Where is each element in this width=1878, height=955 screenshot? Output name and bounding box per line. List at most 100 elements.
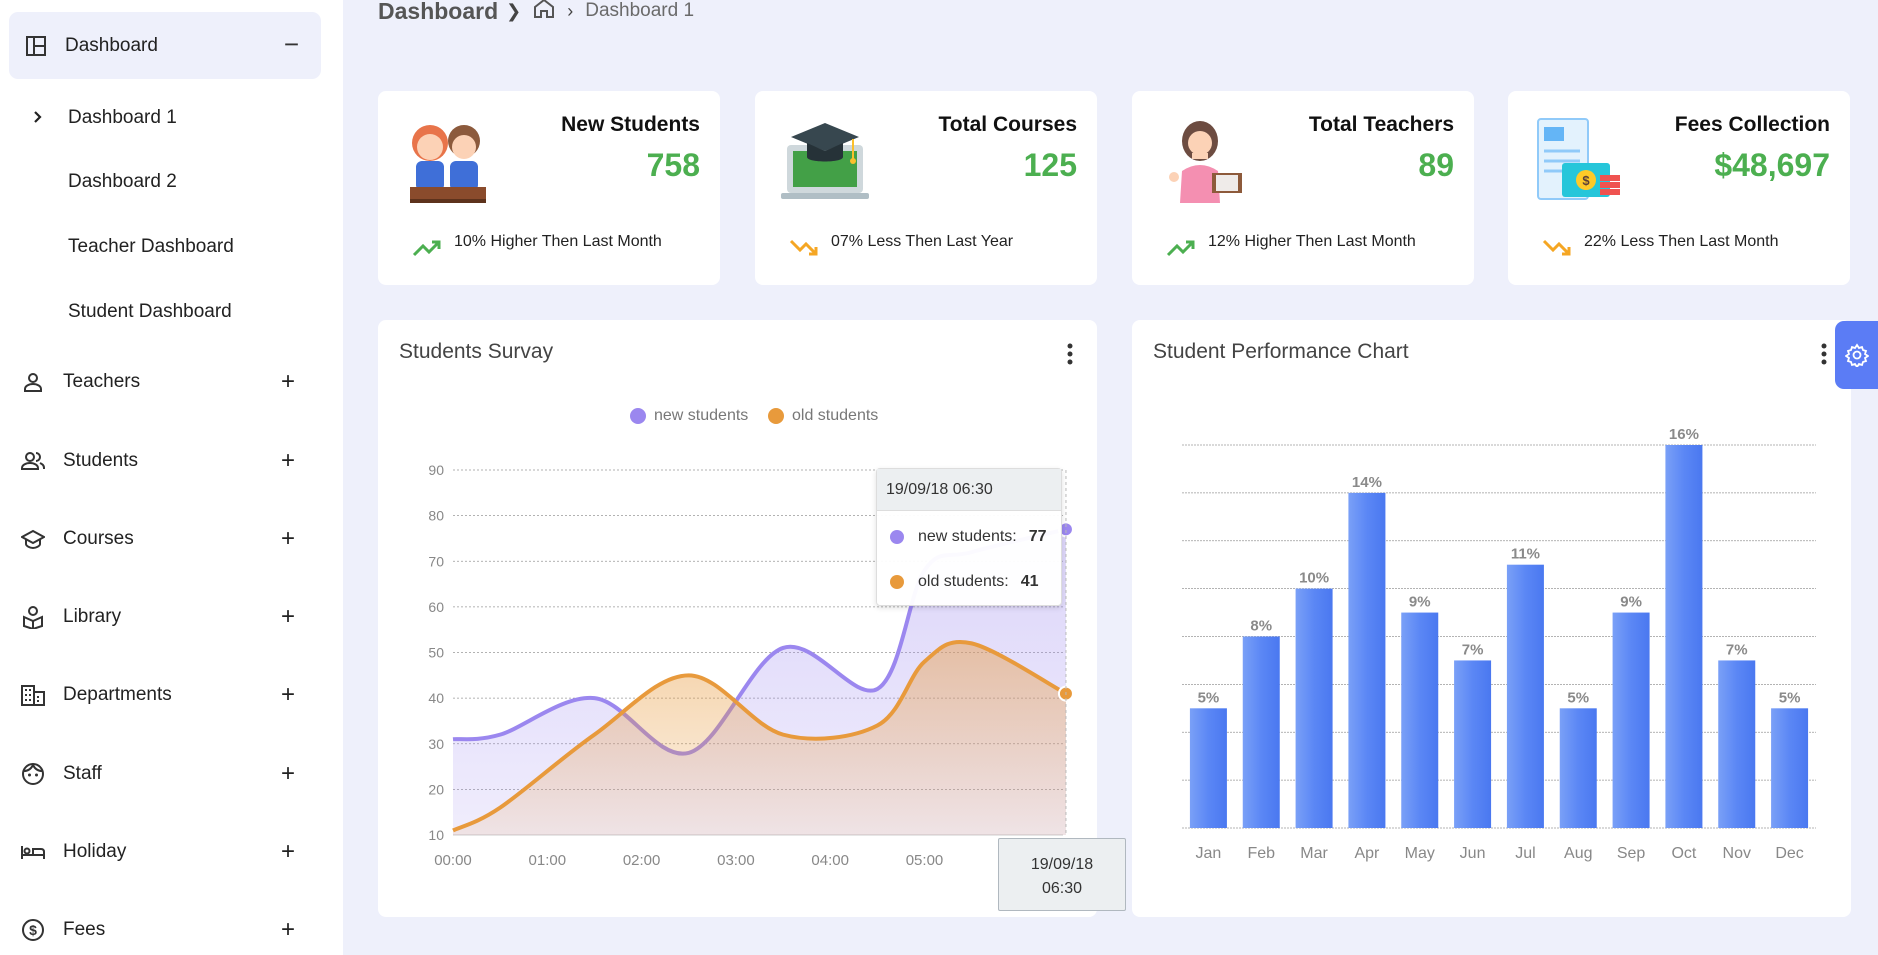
sidebar-subitem-teacher-dashboard[interactable]: Teacher Dashboard bbox=[68, 236, 234, 258]
dollar-icon: $ bbox=[20, 917, 46, 943]
x-tick-label: Sep bbox=[1617, 845, 1646, 862]
expand-icon[interactable]: + bbox=[281, 605, 295, 629]
sidebar-item-courses[interactable]: Courses + bbox=[0, 519, 343, 559]
bar-aug bbox=[1559, 708, 1597, 828]
trending-down-icon bbox=[789, 239, 818, 256]
chevron-right-icon: › bbox=[567, 0, 574, 21]
x-tick-label: Jan bbox=[1196, 845, 1222, 862]
stat-card-total-courses: Total Courses 125 07% Less Then Last Yea… bbox=[755, 91, 1097, 285]
sidebar-item-holiday[interactable]: Holiday + bbox=[0, 832, 343, 872]
bar-data-label: 14% bbox=[1352, 474, 1382, 491]
stat-title: New Students bbox=[561, 113, 700, 136]
chevron-right-icon bbox=[34, 111, 42, 123]
sidebar-item-label: Dashboard bbox=[65, 34, 158, 56]
sidebar-item-label: Students bbox=[63, 450, 138, 471]
legend-dot bbox=[890, 575, 904, 589]
bar-data-label: 11% bbox=[1511, 546, 1540, 563]
chevron-right-icon: ❯ bbox=[506, 0, 522, 21]
chart-tooltip: 19/09/18 06:30 new students: 77 old stud… bbox=[876, 468, 1062, 606]
sidebar-item-departments[interactable]: Departments + bbox=[0, 675, 343, 715]
legend-item-new-students[interactable]: new students bbox=[630, 407, 748, 425]
legend-item-old-students[interactable]: old students bbox=[768, 407, 878, 425]
tooltip-value: 41 bbox=[1020, 573, 1039, 590]
bar-data-label: 7% bbox=[1462, 641, 1484, 658]
book-user-icon bbox=[20, 604, 46, 630]
bar-jun bbox=[1454, 660, 1492, 828]
expand-icon[interactable]: + bbox=[281, 918, 295, 942]
people-icon bbox=[20, 448, 46, 474]
x-tick-label: Dec bbox=[1775, 845, 1803, 862]
sidebar-item-label: Library bbox=[63, 606, 122, 627]
expand-icon[interactable]: + bbox=[281, 762, 295, 786]
stat-trend: 07% Less Then Last Year bbox=[831, 233, 1014, 250]
bar-feb bbox=[1242, 636, 1280, 828]
y-tick-label: 50 bbox=[428, 645, 444, 661]
legend-dot bbox=[630, 408, 646, 424]
bar-jul bbox=[1506, 564, 1544, 828]
expand-icon[interactable]: + bbox=[281, 449, 295, 473]
bar-data-label: 16% bbox=[1669, 426, 1699, 443]
bar-data-label: 10% bbox=[1299, 570, 1329, 587]
x-tooltip-time: 06:30 bbox=[1041, 880, 1083, 897]
bar-data-label: 7% bbox=[1726, 641, 1748, 658]
tooltip-value: 77 bbox=[1028, 528, 1047, 545]
stat-value: 125 bbox=[1023, 147, 1077, 183]
students-illustration-icon bbox=[410, 125, 486, 203]
sidebar-item-label: Staff bbox=[63, 763, 102, 784]
dashboard-icon bbox=[23, 33, 49, 59]
expand-icon[interactable]: + bbox=[281, 527, 295, 551]
graduation-laptop-icon bbox=[781, 123, 869, 199]
bar-data-label: 5% bbox=[1198, 689, 1220, 706]
sidebar-item-label: Departments bbox=[63, 684, 172, 705]
sidebar-subitem-dashboard-2[interactable]: Dashboard 2 bbox=[68, 171, 177, 193]
expand-icon[interactable]: + bbox=[281, 683, 295, 707]
expand-icon[interactable]: + bbox=[281, 840, 295, 864]
bar-data-label: 9% bbox=[1409, 594, 1431, 611]
bar-apr bbox=[1348, 492, 1386, 828]
building-icon bbox=[20, 682, 46, 708]
school-icon bbox=[20, 526, 46, 552]
more-vert-icon[interactable] bbox=[1821, 342, 1827, 366]
stat-trend: 10% Higher Then Last Month bbox=[454, 233, 662, 250]
bar-data-label: 8% bbox=[1250, 618, 1272, 635]
stat-trend: 22% Less Then Last Month bbox=[1584, 233, 1779, 250]
sidebar-item-library[interactable]: Library + bbox=[0, 597, 343, 637]
settings-button[interactable] bbox=[1835, 321, 1878, 389]
teacher-illustration-icon bbox=[1169, 121, 1242, 203]
svg-text:$: $ bbox=[1582, 173, 1590, 188]
sidebar-subitem-dashboard-1[interactable]: Dashboard 1 bbox=[68, 107, 177, 129]
y-tick-label: 70 bbox=[428, 553, 444, 569]
face-icon bbox=[20, 761, 46, 787]
bed-icon bbox=[20, 839, 46, 865]
legend-dot bbox=[768, 408, 784, 424]
x-tick-label: 05:00 bbox=[906, 852, 944, 869]
sidebar-item-fees[interactable]: $ Fees + bbox=[0, 910, 343, 950]
svg-text:$: $ bbox=[29, 922, 37, 938]
bar-dec bbox=[1771, 708, 1809, 828]
sidebar-subitem-student-dashboard[interactable]: Student Dashboard bbox=[68, 301, 232, 323]
y-tick-label: 40 bbox=[428, 690, 444, 706]
sidebar-item-students[interactable]: Students + bbox=[0, 441, 343, 481]
more-vert-icon[interactable] bbox=[1067, 342, 1073, 366]
legend-label: new students bbox=[654, 407, 749, 424]
trending-down-icon bbox=[1542, 239, 1571, 256]
home-icon[interactable] bbox=[533, 0, 555, 24]
expand-icon[interactable]: + bbox=[281, 370, 295, 394]
x-tick-label: 01:00 bbox=[529, 852, 567, 869]
stat-value: 758 bbox=[646, 147, 700, 183]
person-icon bbox=[20, 369, 46, 395]
stat-title: Fees Collection bbox=[1674, 113, 1830, 136]
sidebar-item-staff[interactable]: Staff + bbox=[0, 754, 343, 794]
sidebar-item-teachers[interactable]: Teachers + bbox=[0, 362, 343, 402]
breadcrumb-current[interactable]: Dashboard 1 bbox=[585, 0, 694, 22]
sidebar-item-dashboard[interactable]: Dashboard − bbox=[9, 12, 321, 79]
tooltip-row-old-students: old students: 41 bbox=[890, 573, 1039, 591]
x-tooltip-date: 19/09/18 bbox=[1030, 856, 1094, 873]
bar-mar bbox=[1295, 588, 1333, 828]
panel-title: Students Survay bbox=[399, 340, 554, 363]
x-tick-label: 00:00 bbox=[434, 852, 472, 869]
collapse-icon[interactable]: − bbox=[284, 30, 299, 58]
y-tick-label: 80 bbox=[428, 508, 444, 524]
x-tick-label: 03:00 bbox=[717, 852, 755, 869]
y-tick-label: 90 bbox=[428, 462, 444, 478]
